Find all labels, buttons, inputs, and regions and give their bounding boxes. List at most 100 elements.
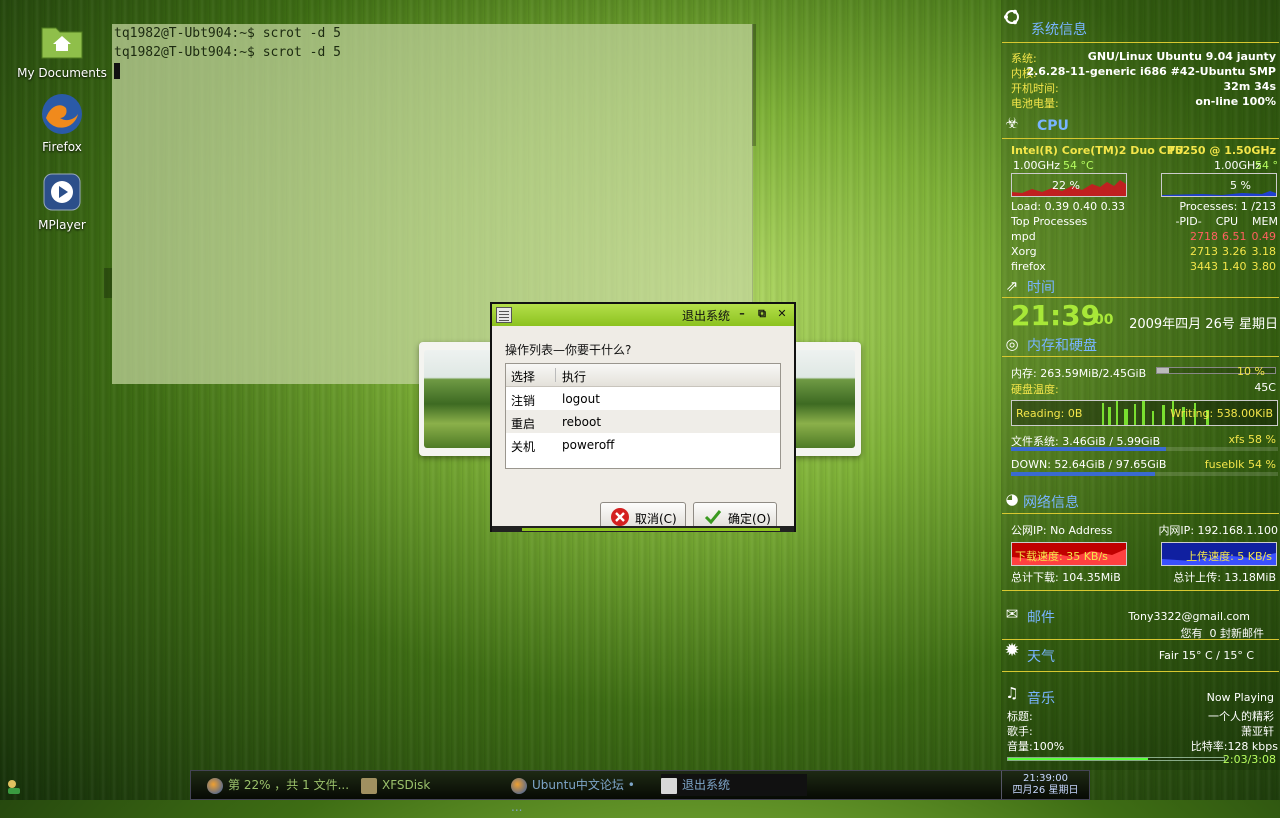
process-cpu: 3.26	[1222, 245, 1247, 258]
cancel-icon	[611, 508, 629, 526]
cpu-section-title: CPU	[1037, 118, 1069, 134]
music-bitrate: 比特率:128 kbps	[1190, 740, 1278, 753]
divider	[1002, 671, 1279, 672]
total-upload: 总计上传: 13.18MiB	[1173, 571, 1276, 584]
time-section-title: 时间	[1027, 280, 1055, 296]
weather-section-title: 天气	[1027, 649, 1055, 665]
memory-bar-fill	[1157, 368, 1169, 373]
taskbar-item-xfsdisk[interactable]: XFSDisk	[361, 774, 501, 796]
taskbar-item-logout-dialog[interactable]: 退出系统	[661, 774, 807, 796]
local-ip: 内网IP: 192.168.1.100	[1158, 524, 1278, 537]
list-item-logout[interactable]: 注销 logout	[506, 387, 780, 410]
divider	[1002, 590, 1279, 591]
download-disk-bar	[1011, 472, 1278, 476]
globe-icon: ◕	[1005, 490, 1019, 508]
date-text: 2009年四月 26号 星期日	[1129, 317, 1278, 332]
row-action: reboot	[562, 415, 602, 429]
terminal-line: tq1982@T-Ubt904:~$ scrot -d 5	[114, 26, 341, 41]
desktop-icon-label: MPlayer	[38, 218, 86, 232]
upload-speed: 上传速度: 5 KB/s	[1186, 550, 1272, 563]
disk-temp-label: 硬盘温度:	[1011, 383, 1059, 396]
kernel-value: 2.6.28-11-generic i686 #42-Ubuntu SMP	[1026, 65, 1276, 78]
firefox-icon	[511, 777, 527, 794]
music-artist-value: 萧亚轩	[1241, 725, 1274, 738]
process-name: firefox	[1011, 260, 1046, 273]
music-note-icon: ♫	[1005, 684, 1019, 702]
core1-temperature: 54 °C	[1063, 159, 1094, 172]
music-title-value: 一个人的精彩	[1208, 710, 1274, 723]
taskbar-clock[interactable]: 21:39:00 四月26 星期日	[1001, 771, 1089, 799]
minimize-button[interactable]: –	[734, 306, 750, 322]
window-shadow	[104, 268, 112, 298]
row-action: poweroff	[562, 438, 615, 452]
disk-writing: Writing: 538.00KiB	[1170, 407, 1273, 420]
taskbar-item-label: 第 22% ，共 1 文件...	[228, 778, 350, 792]
list-header: 选择 执行	[506, 364, 780, 387]
taskbar-item-firefox-download[interactable]: 第 22% ，共 1 文件...	[207, 774, 355, 796]
os-label: 系统:	[1011, 52, 1037, 65]
landscape-photo	[424, 350, 494, 448]
process-pid: 2718	[1190, 230, 1218, 243]
window-menu-icon[interactable]	[496, 307, 512, 323]
column-header-choice[interactable]: 选择	[511, 368, 535, 385]
disk-temp-value: 45C	[1254, 381, 1276, 394]
cpu-core2-graph: 5 %	[1161, 173, 1277, 197]
taskbar-item-ubuntu-forum[interactable]: Ubuntu中文论坛 • ...	[511, 774, 649, 814]
clock-arrow-icon: ⇗	[1005, 277, 1019, 295]
memory-usage: 内存: 263.59MiB/2.45GiB	[1011, 367, 1147, 380]
desktop-icon-my-documents[interactable]: My Documents	[12, 18, 112, 80]
clock-time: 21:39:00	[1023, 773, 1068, 784]
cpu-frequency: T5250 @ 1.50GHz	[1167, 144, 1276, 157]
music-title-label: 标题:	[1007, 710, 1033, 723]
upload-speed-graph: 上传速度: 5 KB/s	[1161, 542, 1277, 566]
close-button[interactable]: ✕	[774, 306, 790, 322]
music-progress-time: 2:03/3:08	[1222, 753, 1276, 766]
restore-button[interactable]: ⧉	[754, 306, 770, 322]
mplayer-icon	[40, 170, 84, 214]
clock-time: 21:39	[1011, 299, 1101, 332]
desktop-icon-label: My Documents	[17, 66, 107, 80]
dialog-body: 操作列表—你要干什么? 选择 执行 注销 logout 重启 reboot 关机…	[492, 326, 794, 532]
divider	[1002, 42, 1279, 43]
column-separator	[555, 368, 556, 382]
clock-seconds: 00	[1094, 312, 1114, 328]
disk-icon: ◎	[1005, 335, 1019, 353]
process-mem: 0.49	[1251, 230, 1277, 243]
terminal-line: tq1982@T-Ubt904:~$ scrot -d 5	[114, 45, 341, 60]
mail-section-title: 邮件	[1027, 610, 1055, 626]
desktop-icon-firefox[interactable]: Firefox	[12, 92, 112, 154]
biohazard-icon: ☣	[1005, 114, 1019, 132]
core2-frequency: 1.00GHz	[1214, 159, 1262, 172]
dialog-titlebar[interactable]: 退出系统 – ⧉ ✕	[492, 304, 794, 326]
desktop-icon-mplayer[interactable]: MPlayer	[12, 170, 112, 232]
download-speed: 下载速度: 35 KB/s	[1015, 550, 1108, 563]
music-progress-bar[interactable]	[1007, 757, 1225, 761]
top-processes-columns: -PID- CPU MEM	[1175, 215, 1278, 228]
action-list[interactable]: 选择 执行 注销 logout 重启 reboot 关机 poweroff	[505, 363, 781, 469]
divider	[1002, 297, 1279, 298]
battery-label: 电池电量:	[1011, 97, 1059, 110]
column-header-action[interactable]: 执行	[562, 368, 586, 385]
divider	[1002, 356, 1279, 357]
music-section-title: 音乐	[1027, 691, 1055, 707]
network-manager-icon[interactable]	[4, 776, 24, 796]
core1-percent: 22 %	[1052, 179, 1080, 192]
process-name: mpd	[1011, 230, 1036, 243]
process-name: Xorg	[1011, 245, 1037, 258]
mail-address: Tony3322@gmail.com	[1128, 610, 1250, 623]
mail-icon: ✉	[1005, 605, 1019, 623]
window-shadow	[752, 24, 756, 146]
process-pid: 2713	[1190, 245, 1218, 258]
memory-percent: 10 %	[1237, 365, 1265, 378]
total-download: 总计下载: 104.35MiB	[1011, 571, 1121, 584]
divider	[1002, 513, 1279, 514]
core2-percent: 5 %	[1230, 179, 1251, 192]
list-item-poweroff[interactable]: 关机 poweroff	[506, 433, 780, 456]
ubuntu-logo-icon	[1003, 8, 1021, 26]
os-value: GNU/Linux Ubuntu 9.04 jaunty	[1087, 50, 1276, 63]
ok-label: 确定(O)	[728, 512, 771, 526]
uptime-value: 32m 34s	[1223, 80, 1276, 93]
list-item-reboot[interactable]: 重启 reboot	[506, 410, 780, 433]
network-section-title: 网络信息	[1023, 495, 1079, 511]
conky-monitor: 系统信息 系统: GNU/Linux Ubuntu 9.04 jaunty 内核…	[1001, 0, 1280, 770]
